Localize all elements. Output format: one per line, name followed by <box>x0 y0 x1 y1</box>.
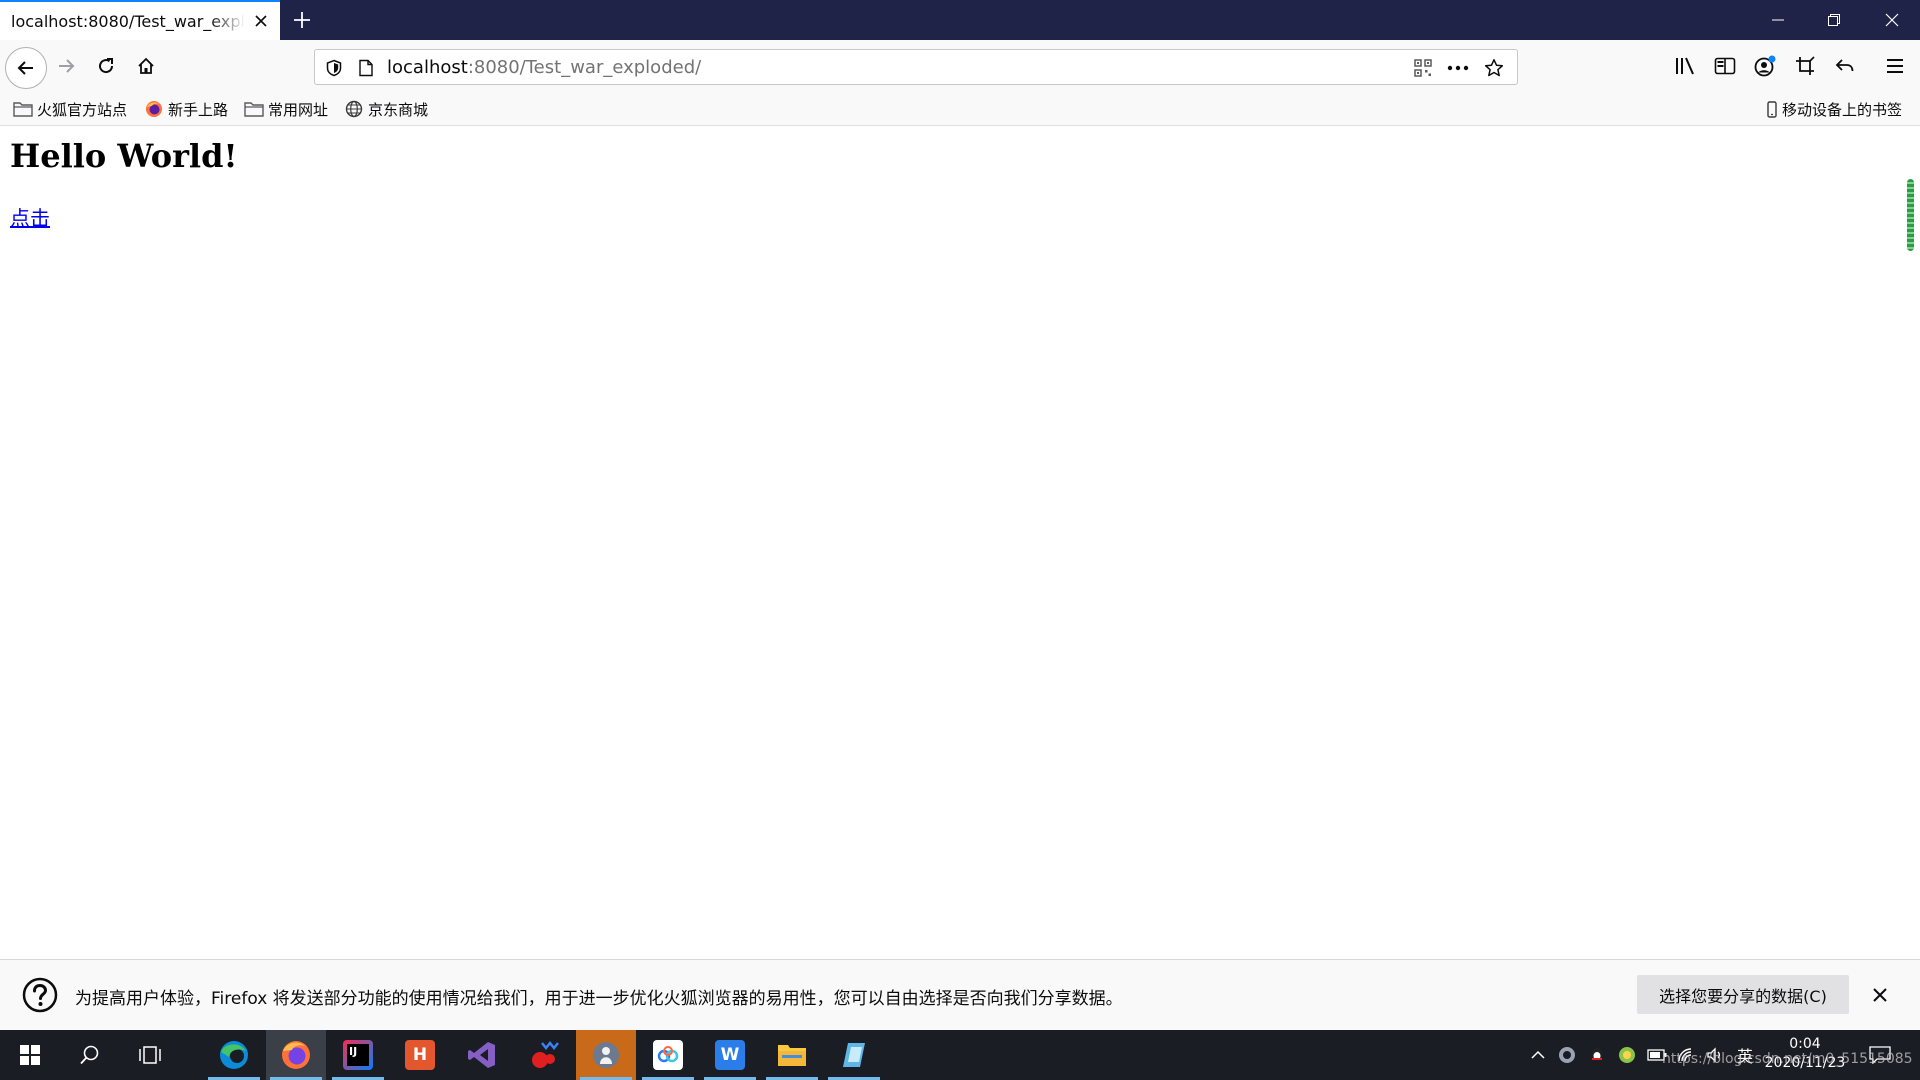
bookmark-label: 火狐官方站点 <box>37 99 127 120</box>
new-tab-plus-icon[interactable] <box>286 4 318 36</box>
more-actions-icon[interactable] <box>1446 56 1470 80</box>
scroll-indicator[interactable] <box>1907 179 1914 251</box>
edge-icon[interactable] <box>204 1030 264 1080</box>
tab-active[interactable]: localhost:8080/Test_war_exploded/ <box>0 0 280 40</box>
restore-icon[interactable] <box>1806 0 1862 40</box>
page-content: Hello World! 点击 <box>0 127 1920 959</box>
tab-title: localhost:8080/Test_war_exploded/ <box>11 12 245 31</box>
page-info-icon[interactable] <box>354 56 378 80</box>
window-close-icon[interactable] <box>1864 0 1920 40</box>
mobile-device-icon <box>1766 99 1778 119</box>
tray-app-icon[interactable] <box>1557 1045 1577 1065</box>
firefox-icon[interactable] <box>266 1030 326 1080</box>
tracking-shield-icon[interactable] <box>322 56 346 80</box>
url-text[interactable]: localhost:8080/Test_war_exploded/ <box>387 57 701 78</box>
bookmark-star-icon[interactable] <box>1482 56 1506 80</box>
question-icon <box>22 977 58 1013</box>
account-icon[interactable] <box>1747 48 1783 84</box>
click-link[interactable]: 点击 <box>10 202 50 231</box>
forward-arrow-icon[interactable] <box>48 48 84 84</box>
hbuilder-icon[interactable]: H <box>390 1030 450 1080</box>
app-icon[interactable] <box>824 1030 884 1080</box>
notification-close-icon[interactable] <box>1866 981 1894 1009</box>
wps-icon[interactable]: W <box>700 1030 760 1080</box>
bookmarks-toolbar: 火狐官方站点 新手上路 常用网址 京东商城 移动设备上的书签 <box>0 92 1920 126</box>
qq-icon[interactable] <box>1587 1045 1607 1065</box>
search-icon[interactable] <box>60 1030 120 1080</box>
hamburger-menu-icon[interactable] <box>1877 48 1913 84</box>
undo-close-tab-icon[interactable] <box>1827 48 1863 84</box>
visual-studio-icon[interactable] <box>452 1030 512 1080</box>
page-heading: Hello World! <box>10 137 238 175</box>
qr-code-icon[interactable] <box>1411 56 1435 80</box>
notification-message: 为提高用户体验，Firefox 将发送部分功能的使用情况给我们，用于进一步优化火… <box>75 984 1123 1009</box>
tray-app-icon[interactable] <box>1617 1045 1637 1065</box>
minimize-icon[interactable] <box>1750 0 1806 40</box>
folder-icon <box>13 99 33 119</box>
bookmark-item[interactable]: 常用网址 <box>244 98 328 120</box>
file-explorer-icon[interactable] <box>762 1030 822 1080</box>
sidebar-icon[interactable] <box>1707 48 1743 84</box>
telemetry-notification-bar: 为提高用户体验，Firefox 将发送部分功能的使用情况给我们，用于进一步优化火… <box>0 959 1920 1030</box>
mobile-bookmarks-label: 移动设备上的书签 <box>1782 99 1902 120</box>
bookmark-item[interactable]: 京东商城 <box>344 98 428 120</box>
task-view-icon[interactable] <box>120 1030 180 1080</box>
url-path: :8080/Test_war_exploded/ <box>468 57 701 78</box>
back-arrow-icon[interactable] <box>5 47 47 89</box>
choose-data-button[interactable]: 选择您要分享的数据(C) <box>1637 975 1849 1014</box>
globe-icon <box>344 99 364 119</box>
library-icon[interactable] <box>1667 48 1703 84</box>
app-icon[interactable] <box>576 1030 636 1080</box>
windows-taskbar: IJ H W 英 <box>0 1030 1920 1080</box>
url-host: localhost <box>387 57 468 78</box>
bookmark-label: 新手上路 <box>168 99 228 120</box>
bookmark-label: 常用网址 <box>268 99 328 120</box>
tab-close-icon[interactable] <box>250 10 272 32</box>
title-bar: localhost:8080/Test_war_exploded/ <box>0 0 1920 40</box>
bookmark-item[interactable]: 新手上路 <box>144 98 228 120</box>
firefox-icon <box>144 99 164 119</box>
screenshot-crop-icon[interactable] <box>1787 48 1823 84</box>
watermark-text: https://blog.csdn.net/m0_51515085 <box>1662 1051 1913 1067</box>
intellij-icon[interactable]: IJ <box>328 1030 388 1080</box>
url-bar[interactable]: localhost:8080/Test_war_exploded/ <box>314 49 1518 85</box>
game-app-icon[interactable] <box>514 1030 574 1080</box>
baidu-netdisk-icon[interactable] <box>638 1030 698 1080</box>
reload-icon[interactable] <box>88 48 124 84</box>
tray-expand-icon[interactable] <box>1528 1045 1548 1065</box>
home-icon[interactable] <box>128 48 164 84</box>
mobile-bookmarks[interactable]: 移动设备上的书签 <box>1766 98 1902 120</box>
bookmark-item[interactable]: 火狐官方站点 <box>13 98 127 120</box>
start-icon[interactable] <box>0 1030 60 1080</box>
navigation-toolbar: localhost:8080/Test_war_exploded/ <box>0 40 1920 92</box>
bookmark-label: 京东商城 <box>368 99 428 120</box>
folder-icon <box>244 99 264 119</box>
